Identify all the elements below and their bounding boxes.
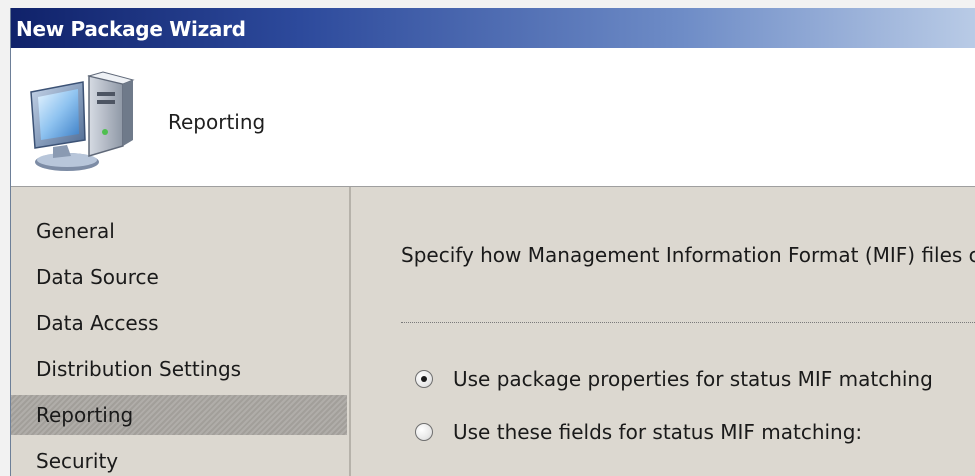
nav-item-label: Data Source [36, 265, 159, 289]
nav-item-label: Reporting [36, 403, 134, 427]
title-bar[interactable]: New Package Wizard [11, 8, 975, 48]
wizard-window: New Package Wizard Reporting General Dat… [10, 8, 975, 476]
nav-item-data-source[interactable]: Data Source [11, 257, 347, 297]
description-text: Specify how Management Information Forma… [401, 243, 975, 267]
nav-item-reporting[interactable]: Reporting [11, 395, 347, 435]
nav-item-general[interactable]: General [11, 211, 347, 251]
radio-button-selected[interactable] [415, 370, 433, 388]
nav-item-label: Security [36, 449, 119, 473]
radio-label[interactable]: Use these fields for status MIF matching… [453, 420, 862, 444]
computer-icon [30, 71, 135, 171]
radio-button[interactable] [415, 423, 433, 441]
wizard-nav: General Data Source Data Access Distribu… [11, 187, 351, 476]
radio-label[interactable]: Use package properties for status MIF ma… [453, 367, 933, 391]
nav-item-distribution-settings[interactable]: Distribution Settings [11, 349, 347, 389]
nav-item-label: General [36, 219, 115, 243]
nav-item-label: Distribution Settings [36, 357, 242, 381]
wizard-header: Reporting [11, 48, 975, 187]
radio-dot [421, 376, 427, 382]
nav-item-security[interactable]: Security [11, 441, 347, 476]
nav-item-label: Data Access [36, 311, 159, 335]
window-title: New Package Wizard [16, 17, 246, 41]
nav-item-data-access[interactable]: Data Access [11, 303, 347, 343]
wizard-content: Specify how Management Information Forma… [351, 187, 975, 476]
page-heading: Reporting [168, 110, 266, 134]
divider [401, 322, 975, 323]
